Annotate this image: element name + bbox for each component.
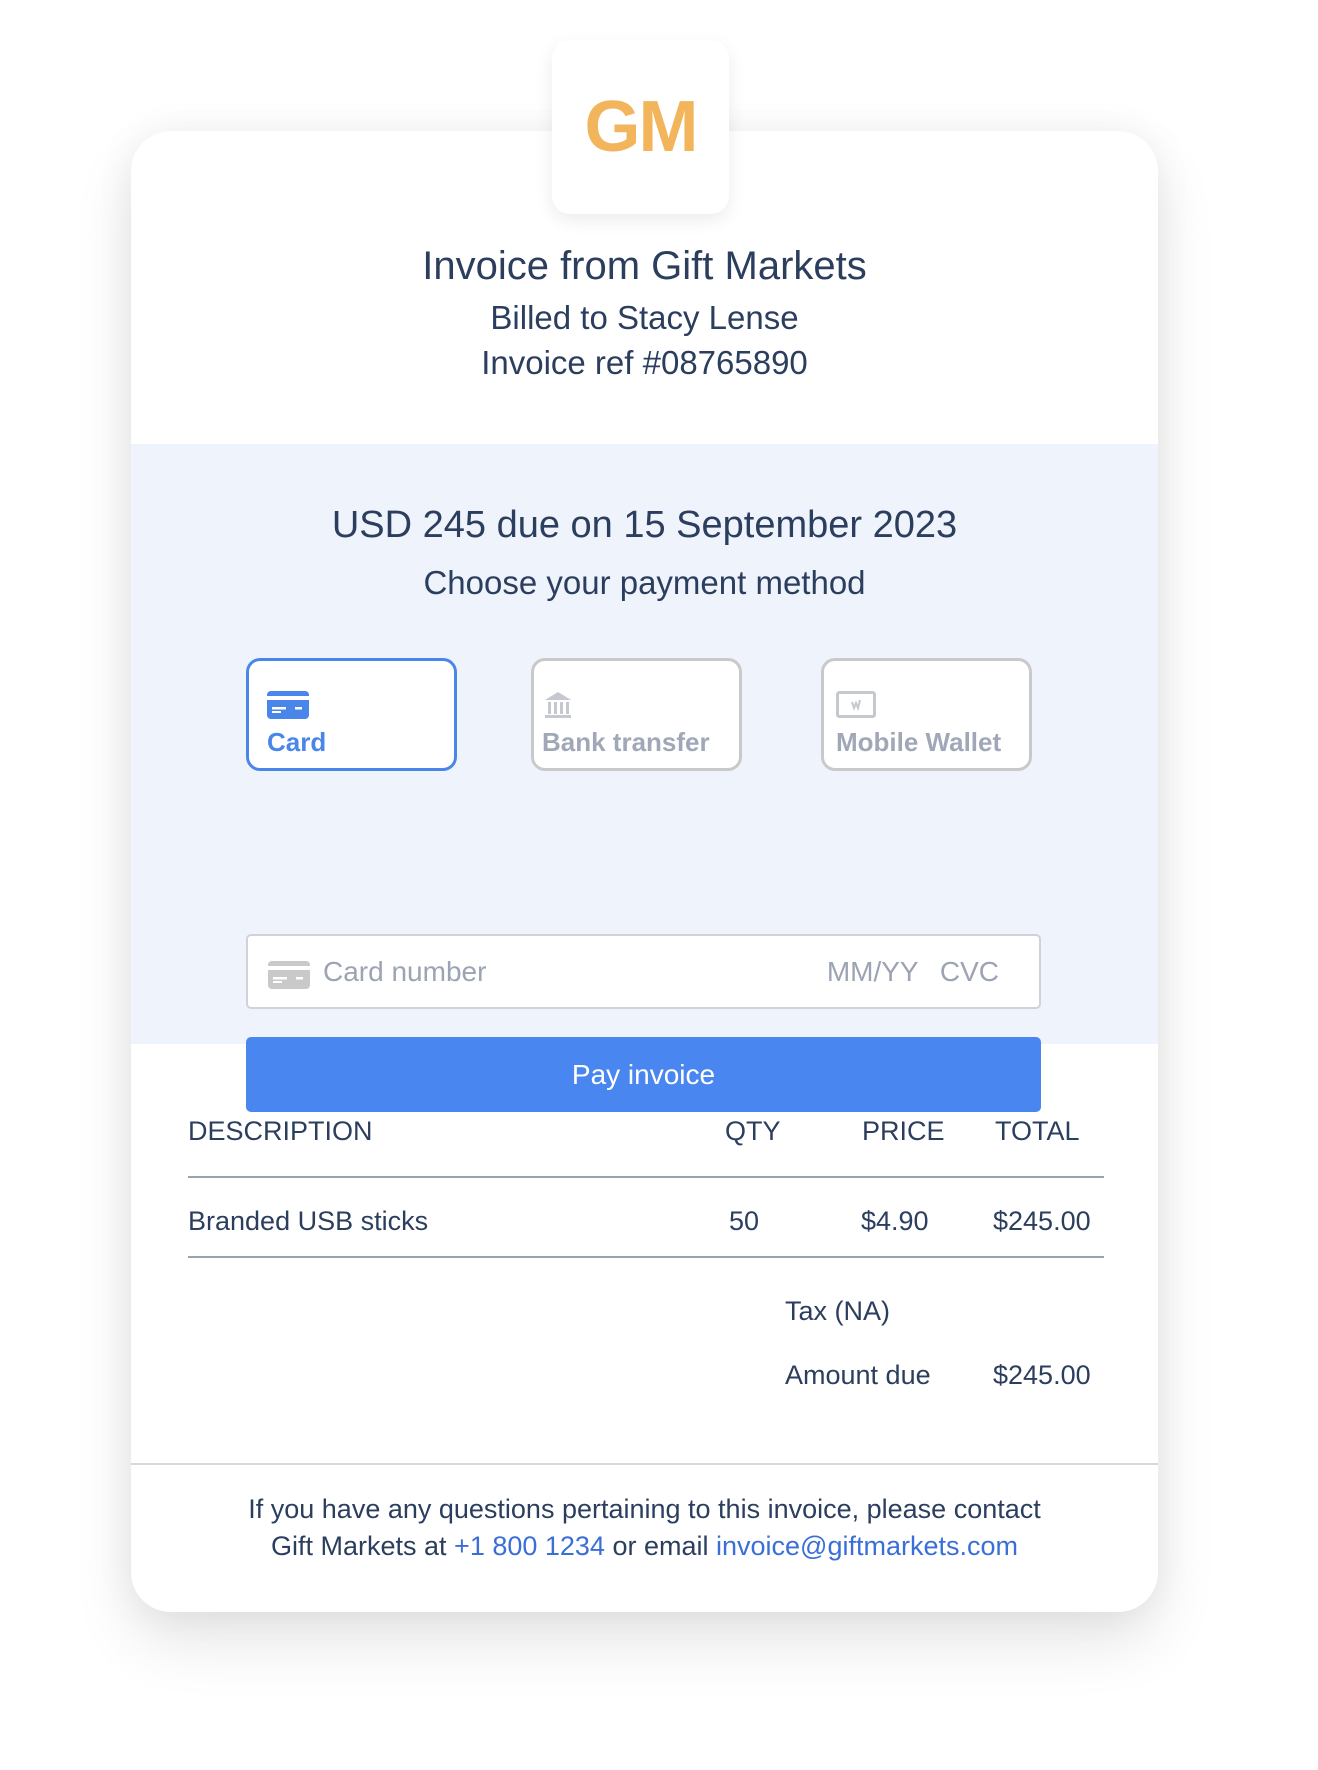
item-qty: 50 bbox=[729, 1206, 760, 1236]
company-logo: GM bbox=[552, 40, 729, 214]
choose-payment-label: Choose your payment method bbox=[423, 564, 866, 601]
pay-invoice-button[interactable]: Pay invoice bbox=[246, 1037, 1041, 1112]
tax-label: Tax (NA) bbox=[785, 1296, 891, 1326]
column-header-qty: QTY bbox=[725, 1116, 781, 1146]
payment-method-bank-transfer[interactable]: Bank transfer bbox=[531, 658, 742, 771]
payment-method-label: Card bbox=[267, 727, 327, 757]
amount-due-value: $245.00 bbox=[993, 1360, 1091, 1390]
column-header-price: PRICE bbox=[862, 1116, 945, 1146]
payment-method-card[interactable]: Card bbox=[246, 658, 457, 771]
item-price: $4.90 bbox=[861, 1206, 929, 1236]
billed-to: Billed to Stacy Lense bbox=[490, 299, 799, 336]
email-link[interactable]: invoice@giftmarkets.com bbox=[716, 1531, 1018, 1561]
expiry-cvc-fields[interactable]: MM/YY CVC bbox=[827, 956, 999, 988]
card-number-field[interactable]: Card number bbox=[323, 956, 486, 988]
table-divider bbox=[188, 1256, 1104, 1258]
invoice-ref: Invoice ref #08765890 bbox=[481, 344, 808, 381]
table-divider bbox=[188, 1176, 1104, 1178]
item-description: Branded USB sticks bbox=[188, 1206, 429, 1236]
amount-due-label: Amount due bbox=[785, 1360, 931, 1390]
payment-method-mobile-wallet[interactable]: Mobile Wallet bbox=[821, 658, 1032, 771]
payment-method-label: Bank transfer bbox=[542, 727, 710, 757]
invoice-card: Invoice from Gift Markets Billed to Stac… bbox=[131, 131, 1158, 1612]
payment-section: USD 245 due on 15 September 2023 Choose … bbox=[131, 444, 1158, 1112]
column-header-description: DESCRIPTION bbox=[188, 1116, 373, 1146]
cvc-field[interactable]: CVC bbox=[940, 956, 999, 987]
phone-link[interactable]: +1 800 1234 bbox=[454, 1531, 605, 1561]
footer-line-1: If you have any questions pertaining to … bbox=[248, 1494, 1041, 1524]
card-details-input[interactable]: Card number MM/YY CVC bbox=[246, 934, 1041, 1009]
mobile-wallet-icon bbox=[836, 691, 876, 724]
logo-text: GM bbox=[584, 87, 699, 167]
payment-method-label: Mobile Wallet bbox=[836, 727, 1002, 757]
invoice-title: Invoice from Gift Markets bbox=[422, 244, 867, 288]
bank-icon bbox=[544, 691, 572, 724]
footer-line-2: Gift Markets at +1 800 1234 or email inv… bbox=[131, 1528, 1158, 1565]
footer-divider bbox=[131, 1463, 1158, 1465]
footer-text: or email bbox=[604, 1531, 716, 1561]
footer-contact: If you have any questions pertaining to … bbox=[131, 1491, 1158, 1565]
credit-card-icon bbox=[268, 961, 310, 994]
item-total: $245.00 bbox=[993, 1206, 1091, 1236]
column-header-total: TOTAL bbox=[995, 1116, 1080, 1146]
footer-text: Gift Markets at bbox=[271, 1531, 455, 1561]
expiry-field[interactable]: MM/YY bbox=[827, 956, 918, 987]
credit-card-icon bbox=[267, 691, 309, 724]
amount-due-heading: USD 245 due on 15 September 2023 bbox=[331, 504, 958, 546]
